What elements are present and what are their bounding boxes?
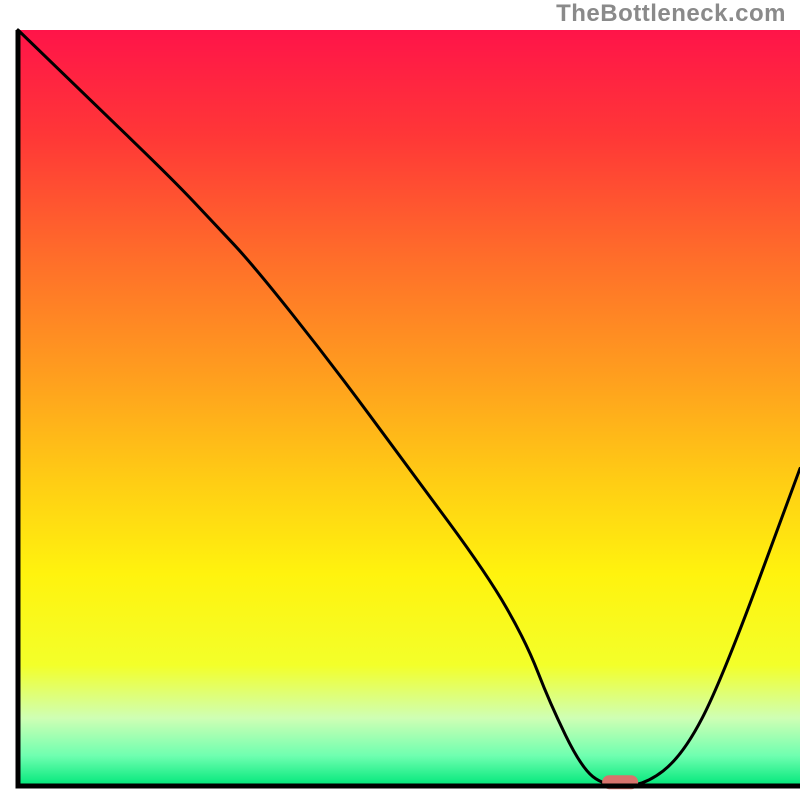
attribution-text: TheBottleneck.com <box>556 0 786 28</box>
plot-area <box>18 30 800 789</box>
chart-container: TheBottleneck.com <box>0 0 800 800</box>
bottleneck-curve-chart <box>0 0 800 800</box>
